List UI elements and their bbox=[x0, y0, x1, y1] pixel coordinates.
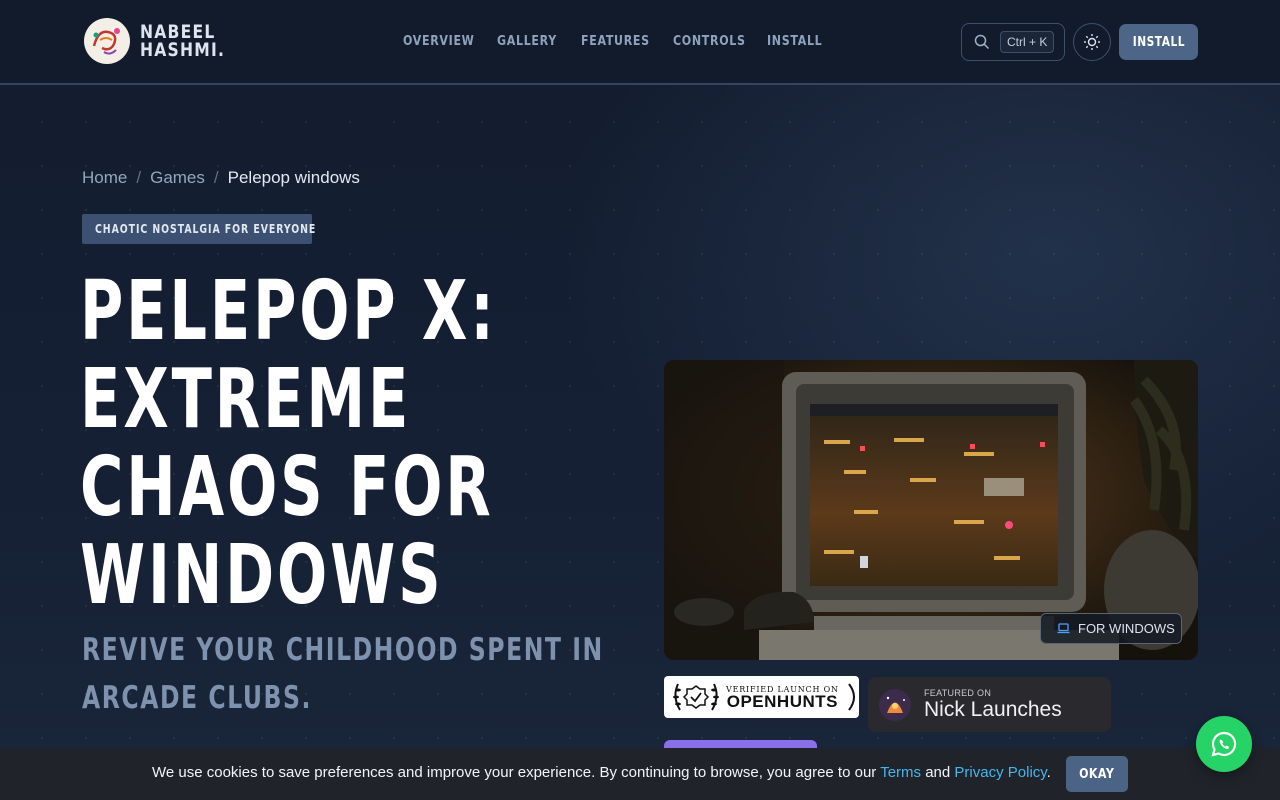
subtitle-line: ARCADE CLUBS. bbox=[82, 680, 312, 716]
title-line: EXTREME bbox=[80, 352, 412, 447]
nav-gallery[interactable]: GALLERY bbox=[497, 34, 568, 49]
laptop-icon bbox=[1057, 623, 1070, 634]
cookie-banner: We use cookies to save preferences and i… bbox=[0, 748, 1280, 800]
breadcrumb-games[interactable]: Games bbox=[150, 168, 205, 188]
logo-line-2: HASHMI. bbox=[140, 39, 226, 61]
laurel-right-icon bbox=[847, 683, 855, 711]
rocket-planet-icon bbox=[879, 688, 911, 721]
logo-emblem-icon bbox=[84, 18, 130, 64]
cookie-okay-button[interactable]: OKAY bbox=[1066, 756, 1128, 792]
platform-badge: FOR WINDOWS bbox=[1040, 613, 1182, 644]
search-button[interactable]: Ctrl + K bbox=[961, 23, 1065, 61]
breadcrumb-separator: / bbox=[136, 168, 142, 187]
nav-install[interactable]: INSTALL bbox=[767, 34, 822, 49]
search-shortcut: Ctrl + K bbox=[1000, 31, 1055, 53]
nav-controls[interactable]: CONTROLS bbox=[673, 34, 753, 49]
cookie-text: We use cookies to save preferences and i… bbox=[152, 764, 881, 781]
hero-tag: CHAOTIC NOSTALGIA FOR EVERYONE bbox=[82, 214, 315, 244]
openhunts-title: OPENHUNTS bbox=[726, 691, 838, 711]
platform-badge-label: FOR WINDOWS bbox=[1078, 621, 1175, 636]
hero-tag-label: CHAOTIC NOSTALGIA FOR EVERYONE bbox=[95, 222, 317, 236]
nick-launches-badge[interactable]: FEATURED ON Nick Launches bbox=[868, 677, 1111, 732]
nav-overview[interactable]: OVERVIEW bbox=[403, 34, 483, 49]
cookie-message: We use cookies to save preferences and i… bbox=[152, 764, 1051, 781]
title-line: CHAOS FOR bbox=[80, 440, 494, 535]
breadcrumb-separator: / bbox=[213, 168, 219, 187]
install-button-label: INSTALL bbox=[1132, 34, 1185, 50]
subtitle-line: REVIVE YOUR CHILDHOOD SPENT IN bbox=[82, 632, 604, 668]
laurel-verified-icon bbox=[673, 683, 719, 711]
sun-icon bbox=[1084, 34, 1100, 50]
openhunts-badge[interactable]: VERIFIED LAUNCH ON OPENHUNTS bbox=[664, 676, 859, 718]
cookie-okay-label: OKAY bbox=[1079, 766, 1115, 782]
hero-image: FOR WINDOWS bbox=[664, 360, 1198, 660]
breadcrumb: Home / Games / Pelepop windows bbox=[82, 168, 360, 188]
nick-launches-subtitle: FEATURED ON bbox=[924, 687, 992, 698]
search-icon bbox=[974, 34, 990, 50]
cookie-period: . bbox=[1046, 764, 1051, 781]
breadcrumb-home[interactable]: Home bbox=[82, 168, 127, 188]
nav-features[interactable]: FEATURES bbox=[581, 34, 659, 49]
site-header: NABEEL HASHMI. OVERVIEW GALLERY FEATURES… bbox=[0, 0, 1280, 85]
page-title: PELEPOP X: EXTREME CHAOS FOR WINDOWS bbox=[80, 268, 640, 620]
install-button[interactable]: INSTALL bbox=[1119, 24, 1198, 60]
whatsapp-icon bbox=[1211, 731, 1237, 757]
title-line: PELEPOP X: bbox=[80, 264, 497, 359]
logo-text: NABEEL HASHMI. bbox=[140, 23, 226, 61]
main-nav: OVERVIEW GALLERY FEATURES CONTROLS INSTA… bbox=[403, 34, 827, 49]
whatsapp-button[interactable] bbox=[1196, 716, 1252, 772]
cookie-and: and bbox=[921, 764, 955, 781]
title-line: WINDOWS bbox=[80, 528, 444, 623]
privacy-policy-link[interactable]: Privacy Policy bbox=[954, 764, 1046, 781]
breadcrumb-current: Pelepop windows bbox=[227, 168, 360, 187]
theme-toggle-button[interactable] bbox=[1073, 23, 1111, 61]
terms-link[interactable]: Terms bbox=[880, 764, 921, 781]
site-logo[interactable]: NABEEL HASHMI. bbox=[84, 18, 244, 64]
nick-launches-title: Nick Launches bbox=[924, 697, 1062, 721]
page-subtitle: REVIVE YOUR CHILDHOOD SPENT IN ARCADE CL… bbox=[82, 626, 642, 722]
